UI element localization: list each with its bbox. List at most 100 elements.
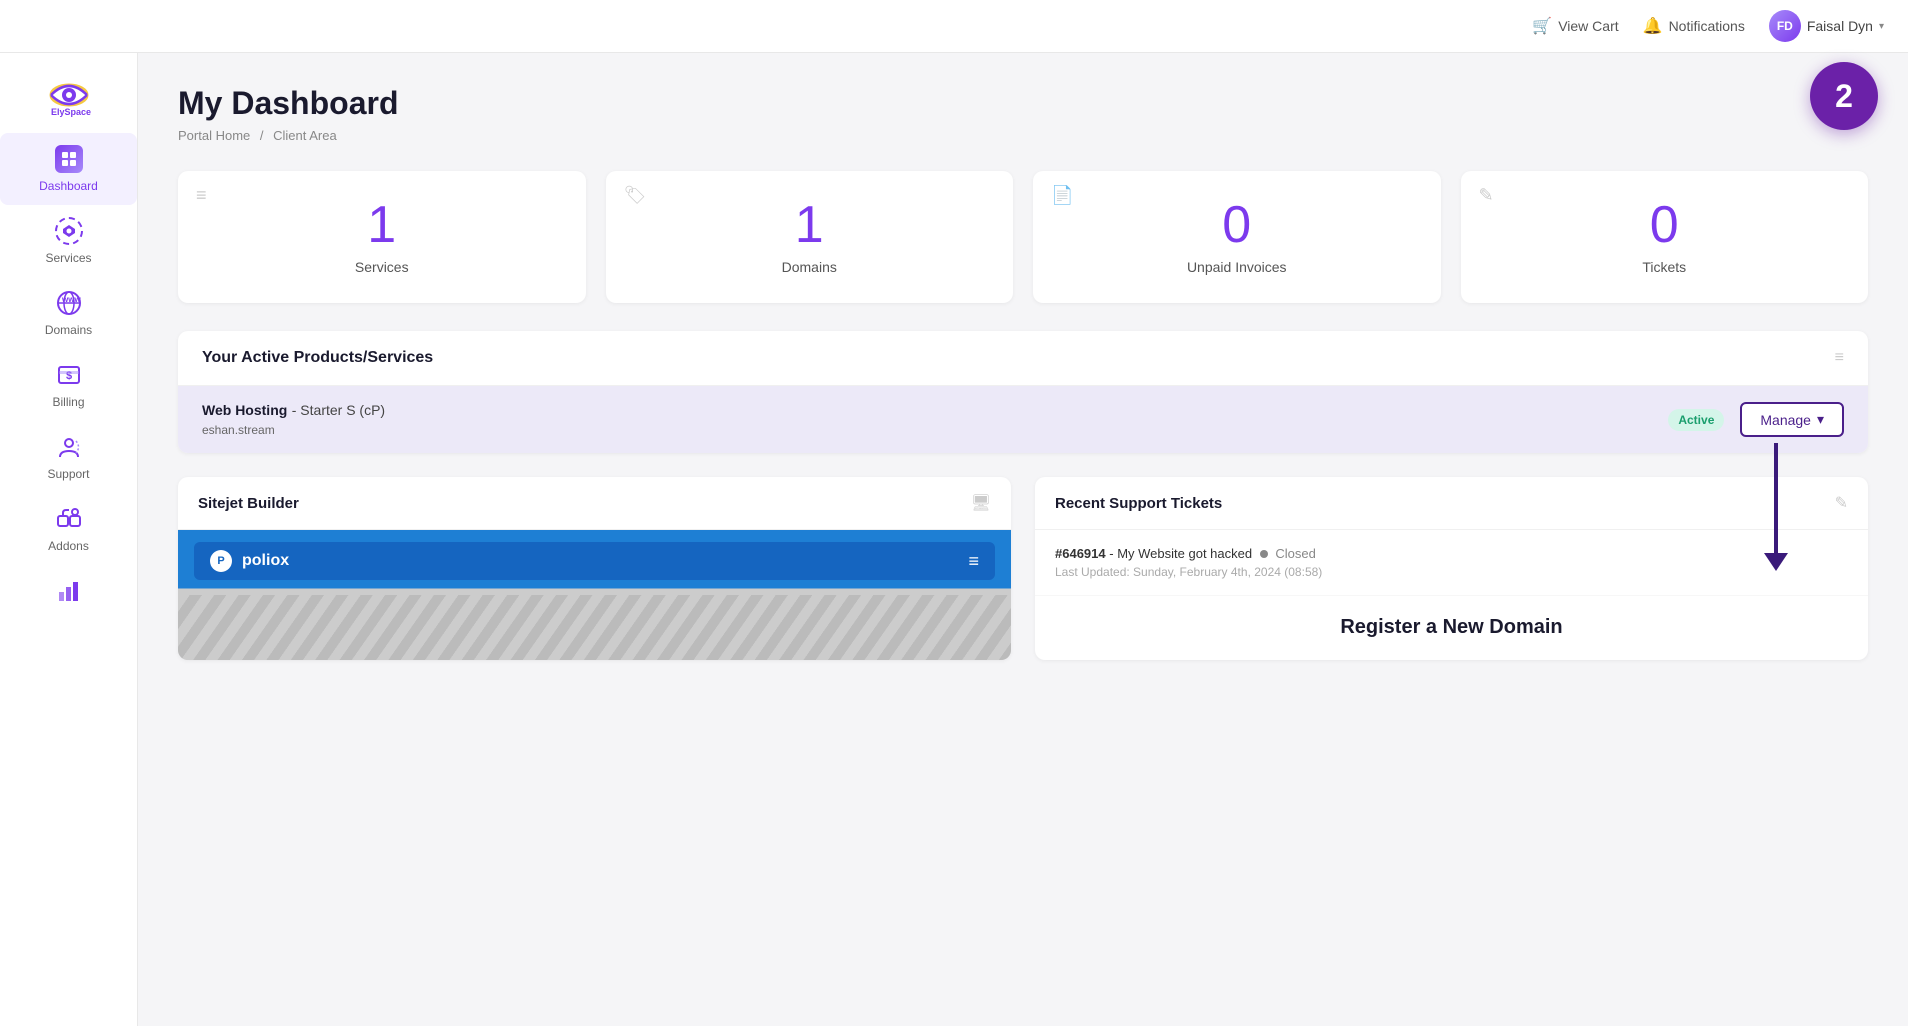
sidebar-item-analytics[interactable] bbox=[0, 565, 137, 617]
tickets-edit-icon: ✎ bbox=[1835, 493, 1848, 513]
service-row: Web Hosting - Starter S (cP) eshan.strea… bbox=[178, 386, 1868, 453]
ticket-updated: Last Updated: Sunday, February 4th, 2024… bbox=[1055, 565, 1848, 579]
sidebar: ElySpace Dashboard Services bbox=[0, 53, 138, 1026]
service-actions: Active Manage ▾ bbox=[1668, 402, 1844, 437]
tickets-title: Recent Support Tickets bbox=[1055, 495, 1222, 512]
manage-label: Manage bbox=[1760, 412, 1811, 428]
bottom-grid: Sitejet Builder 🖥 P poliox ≡ bbox=[178, 477, 1868, 660]
ticket-status-text: Closed bbox=[1275, 546, 1315, 561]
notifications-link[interactable]: 🔔 Notifications bbox=[1643, 16, 1745, 36]
sidebar-item-domains[interactable]: www Domains bbox=[0, 277, 137, 349]
stat-label-domains: Domains bbox=[782, 259, 837, 275]
stat-label-tickets: Tickets bbox=[1642, 259, 1686, 275]
sitejet-title: Sitejet Builder bbox=[198, 495, 299, 512]
tickets-header: Recent Support Tickets ✎ bbox=[1035, 477, 1868, 530]
view-cart-label: View Cart bbox=[1558, 18, 1618, 34]
service-status-badge: Active bbox=[1668, 409, 1724, 431]
active-products-section: Your Active Products/Services ≡ Web Host… bbox=[178, 331, 1868, 453]
user-name-label: Faisal Dyn bbox=[1807, 18, 1873, 34]
sitejet-preview: P poliox ≡ bbox=[178, 530, 1011, 660]
stat-label-invoices: Unpaid Invoices bbox=[1187, 259, 1287, 275]
svg-text:www: www bbox=[61, 295, 81, 304]
preview-background bbox=[178, 595, 1011, 660]
stat-number-tickets: 0 bbox=[1650, 199, 1679, 251]
sidebar-logo: ElySpace bbox=[29, 65, 109, 125]
badge-value: 2 bbox=[1835, 78, 1853, 115]
stat-card-domains[interactable]: 🏷 1 Domains bbox=[606, 171, 1014, 303]
active-products-header: Your Active Products/Services ≡ bbox=[178, 331, 1868, 386]
addons-icon bbox=[55, 505, 83, 533]
poliox-logo-dot: P bbox=[210, 550, 232, 572]
sidebar-item-services[interactable]: Services bbox=[0, 205, 137, 277]
sidebar-item-services-label: Services bbox=[45, 251, 91, 265]
monitor-icon: 🖥 bbox=[971, 493, 991, 513]
register-domain-title: Register a New Domain bbox=[1055, 616, 1848, 639]
bell-icon: 🔔 bbox=[1643, 16, 1663, 36]
sidebar-item-dashboard-label: Dashboard bbox=[39, 179, 98, 193]
breadcrumb-current: Client Area bbox=[273, 128, 337, 143]
breadcrumb-home[interactable]: Portal Home bbox=[178, 128, 250, 143]
stats-grid: ≡ 1 Services 🏷 1 Domains 📄 0 Unpaid Invo… bbox=[178, 171, 1868, 303]
billing-icon: $ bbox=[55, 361, 83, 389]
chevron-down-icon: ▾ bbox=[1879, 21, 1884, 32]
sidebar-item-billing[interactable]: $ Billing bbox=[0, 349, 137, 421]
svg-text:ElySpace: ElySpace bbox=[51, 107, 91, 117]
analytics-icon bbox=[55, 577, 83, 605]
service-name-line: Web Hosting - Starter S (cP) bbox=[202, 402, 1668, 420]
sidebar-item-dashboard[interactable]: Dashboard bbox=[0, 133, 137, 205]
ticket-status-dot bbox=[1260, 550, 1268, 558]
services-icon bbox=[55, 217, 83, 245]
ticket-row[interactable]: #646914 - My Website got hacked Closed L… bbox=[1035, 530, 1868, 596]
manage-dropdown-icon: ▾ bbox=[1817, 411, 1824, 428]
sitejet-card: Sitejet Builder 🖥 P poliox ≡ bbox=[178, 477, 1011, 660]
ticket-title: #646914 - My Website got hacked Closed bbox=[1055, 546, 1848, 561]
ticket-id: #646914 bbox=[1055, 546, 1106, 561]
topbar: 🛒 View Cart 🔔 Notifications FD Faisal Dy… bbox=[0, 0, 1908, 53]
service-name: Web Hosting bbox=[202, 402, 287, 418]
breadcrumb: Portal Home / Client Area bbox=[178, 128, 1868, 143]
ticket-dash: - bbox=[1109, 546, 1117, 561]
register-domain-section: Register a New Domain bbox=[1035, 596, 1868, 659]
active-products-header-icon: ≡ bbox=[1835, 349, 1844, 367]
stat-card-invoices[interactable]: 📄 0 Unpaid Invoices bbox=[1033, 171, 1441, 303]
stat-card-tickets[interactable]: ✎ 0 Tickets bbox=[1461, 171, 1869, 303]
notification-badge: 2 bbox=[1810, 62, 1878, 130]
stat-card-services[interactable]: ≡ 1 Services bbox=[178, 171, 586, 303]
avatar: FD bbox=[1769, 10, 1801, 42]
support-icon bbox=[55, 433, 83, 461]
service-domain: eshan.stream bbox=[202, 423, 1668, 437]
stat-number-domains: 1 bbox=[795, 199, 824, 251]
user-menu[interactable]: FD Faisal Dyn ▾ bbox=[1769, 10, 1884, 42]
stat-icon-tickets: ✎ bbox=[1479, 185, 1494, 206]
domains-icon: www bbox=[55, 289, 83, 317]
breadcrumb-separator: / bbox=[260, 128, 264, 143]
sidebar-item-domains-label: Domains bbox=[45, 323, 92, 337]
poliox-brand-name: poliox bbox=[242, 552, 289, 570]
dashboard-icon bbox=[55, 145, 83, 173]
manage-button[interactable]: Manage ▾ bbox=[1740, 402, 1844, 437]
notifications-label: Notifications bbox=[1669, 18, 1745, 34]
stat-label-services: Services bbox=[355, 259, 409, 275]
sidebar-item-support-label: Support bbox=[47, 467, 89, 481]
stat-icon-domains: 🏷 bbox=[624, 185, 647, 206]
main-layout: ElySpace Dashboard Services bbox=[0, 53, 1908, 1026]
page-title: My Dashboard bbox=[178, 85, 1868, 122]
view-cart-link[interactable]: 🛒 View Cart bbox=[1532, 16, 1618, 36]
sidebar-item-addons[interactable]: Addons bbox=[0, 493, 137, 565]
stat-number-services: 1 bbox=[367, 199, 396, 251]
sitejet-header: Sitejet Builder 🖥 bbox=[178, 477, 1011, 530]
service-plan: - Starter S (cP) bbox=[292, 402, 385, 418]
cart-icon: 🛒 bbox=[1532, 16, 1552, 36]
stat-number-invoices: 0 bbox=[1222, 199, 1251, 251]
main-content: My Dashboard Portal Home / Client Area ≡… bbox=[138, 53, 1908, 1026]
poliox-menu-icon: ≡ bbox=[968, 551, 979, 572]
sidebar-item-addons-label: Addons bbox=[48, 539, 89, 553]
sidebar-item-billing-label: Billing bbox=[52, 395, 84, 409]
stat-icon-services: ≡ bbox=[196, 185, 207, 206]
support-tickets-card: Recent Support Tickets ✎ #646914 - My We… bbox=[1035, 477, 1868, 660]
active-products-title: Your Active Products/Services bbox=[202, 349, 433, 367]
service-info: Web Hosting - Starter S (cP) eshan.strea… bbox=[202, 402, 1668, 437]
stat-icon-invoices: 📄 bbox=[1051, 185, 1073, 206]
sidebar-item-support[interactable]: Support bbox=[0, 421, 137, 493]
ticket-description: My Website got hacked bbox=[1117, 546, 1252, 561]
